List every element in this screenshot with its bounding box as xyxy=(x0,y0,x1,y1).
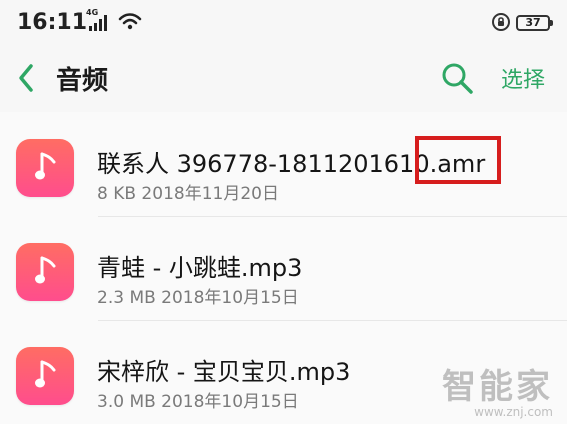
music-note-glyph xyxy=(35,152,56,180)
file-name: 联系人 396778-1811201610.amr xyxy=(97,150,486,178)
search-icon[interactable] xyxy=(440,61,474,95)
page-title: 音频 xyxy=(56,66,109,96)
music-note-icon xyxy=(16,139,74,197)
file-meta: 2.3 MB 2018年10月15日 xyxy=(97,288,299,308)
file-name: 青蛙 - 小跳蛙.mp3 xyxy=(97,254,303,282)
file-row[interactable]: 青蛙 - 小跳蛙.mp3 2.3 MB 2018年10月15日 xyxy=(0,216,567,320)
music-note-glyph xyxy=(35,256,56,284)
music-note-glyph xyxy=(35,360,56,388)
status-bar: 16:11 4G 37 xyxy=(0,0,567,50)
battery-indicator: 37 xyxy=(516,15,553,31)
file-meta: 8 KB 2018年11月20日 xyxy=(97,184,279,204)
chevron-left-icon[interactable] xyxy=(15,62,37,94)
select-button[interactable]: 选择 xyxy=(501,62,545,94)
music-note-icon xyxy=(16,243,74,301)
status-time: 16:11 xyxy=(17,10,88,35)
watermark: 智能家 www.znj.com xyxy=(442,370,553,418)
app-header: 音频 选择 xyxy=(0,50,567,112)
file-row[interactable]: 联系人 396778-1811201610.amr 8 KB 2018年11月2… xyxy=(0,112,567,216)
file-name: 宋梓欣 - 宝贝宝贝.mp3 xyxy=(97,358,351,386)
music-note-icon xyxy=(16,347,74,405)
signal-icon xyxy=(89,15,107,31)
file-meta: 3.0 MB 2018年10月15日 xyxy=(97,392,299,412)
wifi-icon xyxy=(118,13,142,30)
lock-icon xyxy=(492,13,510,31)
watermark-logo: 智能家 xyxy=(442,367,553,407)
watermark-url: www.znj.com xyxy=(474,405,553,419)
